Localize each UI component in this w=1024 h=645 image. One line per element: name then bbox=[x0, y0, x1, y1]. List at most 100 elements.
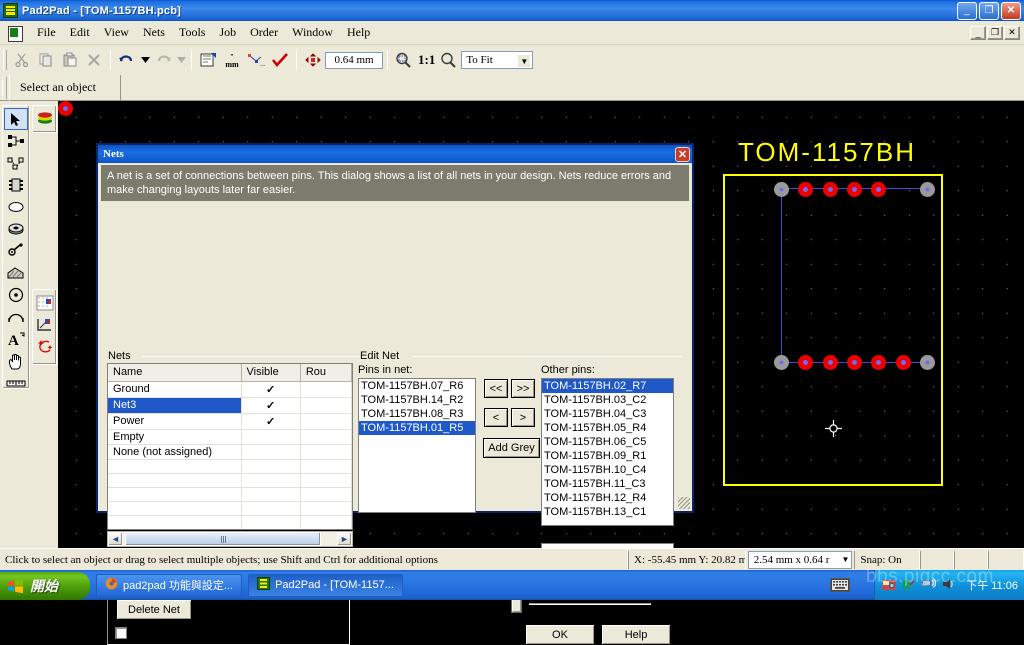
move-all-left-button[interactable]: << bbox=[484, 379, 508, 398]
zoom-level-select[interactable]: To Fit ▼ bbox=[461, 51, 534, 69]
pad-bottom-2[interactable] bbox=[798, 355, 813, 370]
nets-table-hscrollbar[interactable]: ◄ ► bbox=[107, 531, 353, 547]
table-row[interactable]: Empty bbox=[108, 429, 352, 445]
mdi-minimize-button[interactable]: _ bbox=[970, 25, 986, 40]
pad-bottom-1[interactable] bbox=[774, 355, 789, 370]
list-item[interactable]: TOM-1157BH.08_R3 bbox=[359, 407, 475, 421]
list-item[interactable]: TOM-1157BH.10_C4 bbox=[542, 463, 673, 477]
zoom-out-icon[interactable] bbox=[437, 48, 461, 72]
grid-size-select[interactable]: 2.54 mm x 0.64 r ▼ bbox=[747, 550, 853, 569]
table-row[interactable] bbox=[108, 487, 352, 502]
list-item[interactable]: TOM-1157BH.11_C3 bbox=[542, 477, 673, 491]
list-item[interactable]: TOM-1157BH.06_C5 bbox=[542, 435, 673, 449]
connection-tool[interactable] bbox=[4, 152, 28, 174]
menu-item-order[interactable]: Order bbox=[243, 22, 285, 43]
net-visible-cell[interactable] bbox=[241, 429, 301, 445]
copy-icon[interactable] bbox=[34, 48, 58, 72]
redo-dropdown-arrow-icon[interactable] bbox=[175, 48, 187, 72]
delete-net-button[interactable]: Delete Net bbox=[116, 599, 192, 620]
net-visible-cell[interactable]: ✓ bbox=[241, 381, 301, 398]
pad-top-3[interactable] bbox=[823, 182, 838, 197]
paste-icon[interactable] bbox=[58, 48, 82, 72]
menu-item-tools[interactable]: Tools bbox=[172, 22, 213, 43]
slider-track[interactable] bbox=[529, 603, 651, 605]
list-item[interactable]: TOM-1157BH.01_R5 bbox=[359, 421, 475, 435]
mode-bar-grip[interactable] bbox=[2, 76, 7, 99]
list-item[interactable]: TOM-1157BH.05_R4 bbox=[542, 421, 673, 435]
column-header-name[interactable]: Name bbox=[108, 364, 242, 382]
part-tool[interactable] bbox=[4, 174, 28, 196]
pad-top-7[interactable] bbox=[920, 182, 935, 197]
via-tool[interactable] bbox=[4, 218, 28, 240]
trace-tool[interactable] bbox=[4, 130, 28, 152]
pad-top-2[interactable] bbox=[798, 182, 813, 197]
net-visible-cell[interactable]: ✓ bbox=[241, 397, 301, 414]
start-button[interactable]: 開始 bbox=[0, 571, 90, 600]
list-item[interactable]: TOM-1157BH.03_C2 bbox=[542, 393, 673, 407]
menu-item-help[interactable]: Help bbox=[340, 22, 377, 43]
table-row[interactable]: Net3 ✓ bbox=[108, 397, 352, 414]
net-visible-cell[interactable] bbox=[241, 444, 301, 460]
table-row[interactable]: Power ✓ bbox=[108, 413, 352, 430]
ok-button[interactable]: OK bbox=[525, 624, 595, 645]
table-row[interactable]: None (not assigned) bbox=[108, 444, 352, 460]
menu-item-job[interactable]: Job bbox=[212, 22, 243, 43]
measure-settings-icon[interactable] bbox=[33, 314, 57, 336]
menu-item-nets[interactable]: Nets bbox=[136, 22, 172, 43]
layers-icon[interactable] bbox=[33, 107, 57, 129]
pad-bottom-6[interactable] bbox=[896, 355, 911, 370]
taskbar-item-firefox[interactable]: pad2pad 功能與設定... bbox=[96, 573, 243, 597]
ruler-tool[interactable] bbox=[4, 372, 28, 394]
move-one-right-button[interactable]: > bbox=[511, 408, 535, 427]
grid-settings-icon[interactable] bbox=[33, 292, 57, 314]
properties-icon[interactable] bbox=[196, 48, 220, 72]
table-row[interactable] bbox=[108, 473, 352, 488]
pointer-tool[interactable] bbox=[4, 108, 28, 130]
table-row[interactable] bbox=[108, 501, 352, 516]
dialog-resize-grip[interactable] bbox=[678, 497, 690, 509]
mdi-close-button[interactable]: ✕ bbox=[1004, 25, 1020, 40]
other-pins-listbox[interactable]: TOM-1157BH.02_R7 TOM-1157BH.03_C2 TOM-11… bbox=[541, 378, 674, 526]
scroll-right-button[interactable]: ► bbox=[337, 532, 352, 546]
taskbar-item-pad2pad[interactable]: Pad2Pad - [TOM-1157... bbox=[248, 573, 403, 597]
hole-tool[interactable] bbox=[4, 284, 28, 306]
checkbox-box[interactable] bbox=[115, 627, 127, 639]
pad-bottom-4[interactable] bbox=[847, 355, 862, 370]
list-item[interactable]: TOM-1157BH.02_R7 bbox=[542, 379, 673, 393]
zoom-1-1-button[interactable]: 1:1 bbox=[416, 52, 437, 68]
mdi-restore-button[interactable]: ❐ bbox=[987, 25, 1003, 40]
menu-item-file[interactable]: File bbox=[30, 22, 63, 43]
arc-tool[interactable] bbox=[4, 306, 28, 328]
pad-bottom-5[interactable] bbox=[871, 355, 886, 370]
add-grey-button[interactable]: Add Grey bbox=[483, 438, 540, 458]
design-check-icon[interactable] bbox=[268, 48, 292, 72]
table-row[interactable] bbox=[108, 515, 352, 529]
keyboard-icon[interactable] bbox=[830, 578, 850, 592]
dialog-close-button[interactable]: ✕ bbox=[675, 146, 690, 162]
undo-dropdown-arrow-icon[interactable] bbox=[139, 48, 151, 72]
dialog-title-bar[interactable]: Nets ✕ bbox=[98, 145, 692, 163]
pins-in-net-listbox[interactable]: TOM-1157BH.07_R6 TOM-1157BH.14_R2 TOM-11… bbox=[358, 378, 476, 513]
redo-icon[interactable] bbox=[151, 48, 175, 72]
trace-width-field[interactable]: 0.64 mm bbox=[325, 51, 383, 69]
list-item[interactable]: TOM-1157BH.14_R2 bbox=[359, 393, 475, 407]
also-delete-traces-checkbox[interactable]: Also delete connected traces bbox=[115, 627, 273, 639]
pad-top-1[interactable] bbox=[774, 182, 789, 197]
list-item[interactable]: TOM-1157BH.09_R1 bbox=[542, 449, 673, 463]
nets-table[interactable]: Name Visible Rou Ground ✓ Net3 ✓ Power ✓ Em… bbox=[107, 363, 353, 530]
list-item[interactable]: TOM-1157BH.04_C3 bbox=[542, 407, 673, 421]
polygon-tool[interactable] bbox=[4, 262, 28, 284]
scrollbar-thumb[interactable] bbox=[125, 532, 321, 546]
move-one-left-button[interactable]: < bbox=[484, 408, 508, 427]
pad-bottom-7[interactable] bbox=[920, 355, 935, 370]
restore-button[interactable]: ❐ bbox=[979, 1, 999, 20]
net-visible-cell[interactable]: ✓ bbox=[241, 413, 301, 430]
close-button[interactable]: ✕ bbox=[1001, 1, 1021, 20]
zoom-window-icon[interactable] bbox=[392, 48, 416, 72]
column-header-routed[interactable]: Rou bbox=[300, 364, 352, 382]
undo-icon[interactable] bbox=[115, 48, 139, 72]
menu-item-view[interactable]: View bbox=[97, 22, 136, 43]
scroll-left-button[interactable]: ◄ bbox=[108, 532, 123, 546]
menu-item-edit[interactable]: Edit bbox=[63, 22, 97, 43]
net-tool-icon[interactable]: ... bbox=[244, 48, 268, 72]
